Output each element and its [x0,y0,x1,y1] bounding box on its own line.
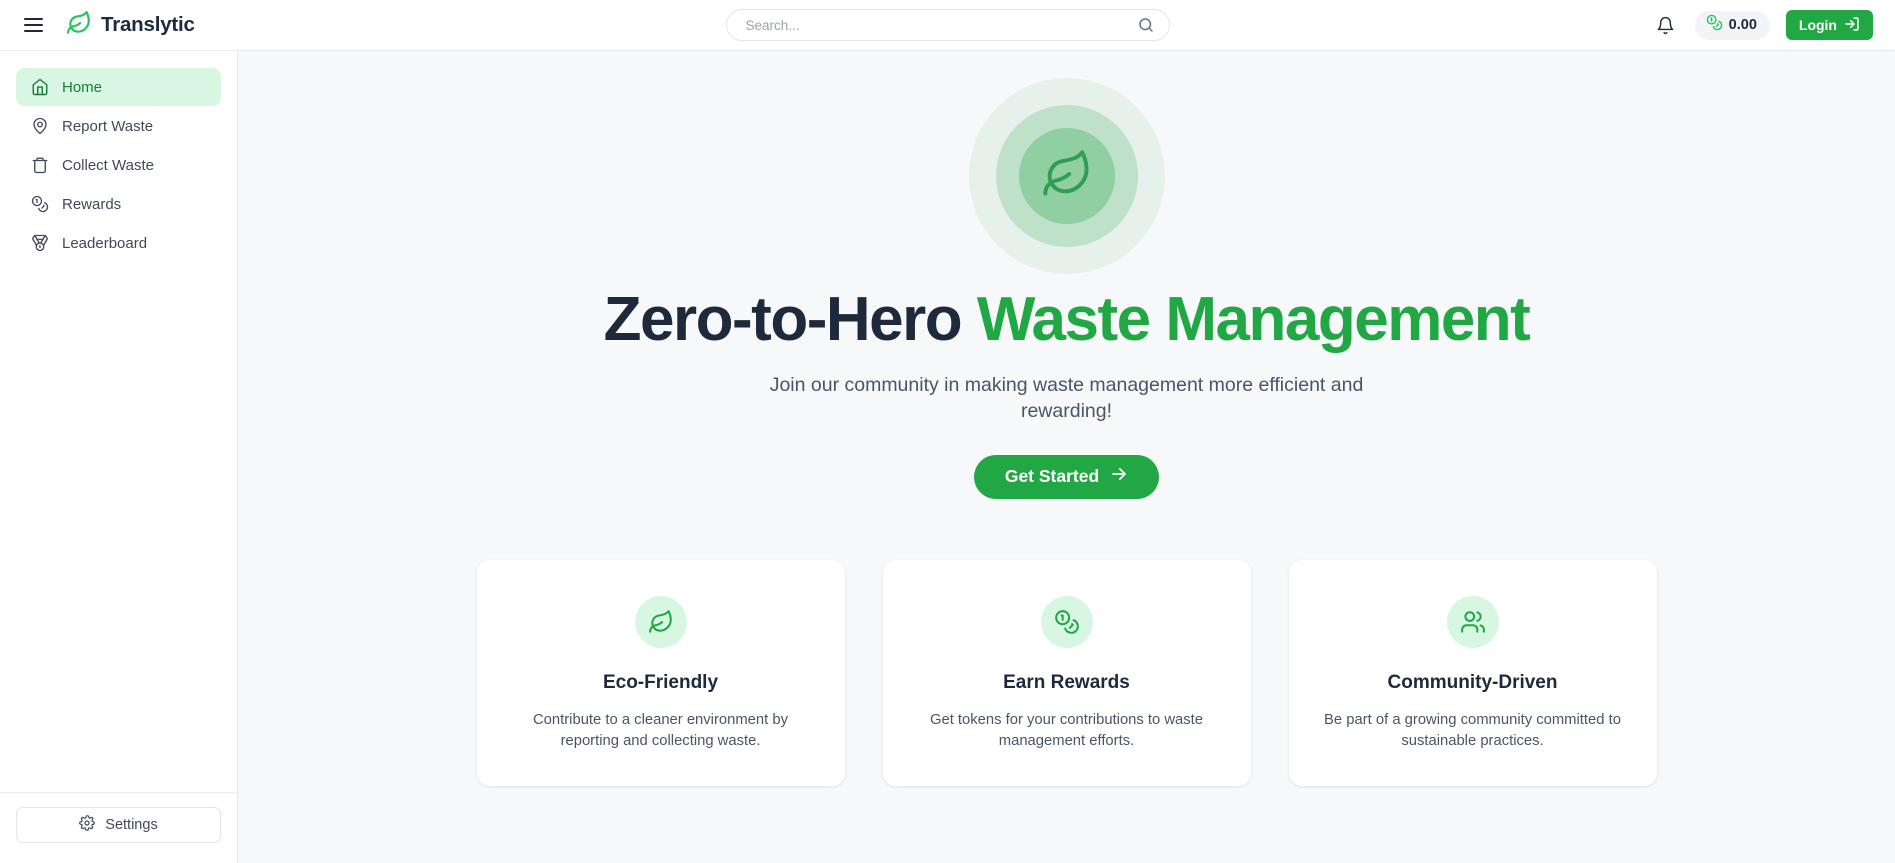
feature-card-description: Be part of a growing community committed… [1324,711,1621,749]
login-label: Login [1798,17,1837,33]
sidebar-item-collect-waste[interactable]: Collect Waste [16,146,221,184]
feature-card-title: Eco-Friendly [602,671,719,693]
feature-card-earn-rewards: Earn Rewards Get tokens for your contrib… [882,559,1251,786]
search-box[interactable] [725,9,1170,41]
brand-name: Translytic [101,13,195,36]
sidebar-item-label: Home [62,78,103,96]
sidebar-footer: Settings [0,792,237,863]
get-started-button[interactable]: Get Started [973,454,1160,499]
medal-icon [30,234,49,253]
trash-icon [30,156,49,175]
sidebar-item-label: Rewards [62,195,122,213]
sidebar-item-label: Leaderboard [62,234,148,252]
hero-badge [968,78,1165,274]
gear-icon [79,815,96,835]
feature-card-eco-friendly: Eco-Friendly Contribute to a cleaner env… [476,559,845,786]
users-icon [1446,595,1499,648]
feature-card-title: Earn Rewards [1003,671,1130,693]
top-header: Translytic Search... 0.00 Login [0,0,1895,51]
hamburger-bar [23,18,43,20]
coins-icon [1706,14,1723,36]
feature-card-description: Get tokens for your contributions to was… [929,711,1204,749]
sidebar-item-label: Report Waste [62,117,154,135]
settings-label: Settings [105,817,158,833]
hero-subtitle: Join our community in making waste manag… [769,373,1364,423]
sidebar-item-rewards[interactable]: Rewards [16,185,221,223]
hamburger-bar [23,24,43,26]
coins-icon [1040,595,1093,648]
balance-pill[interactable]: 0.00 [1694,10,1770,40]
leaf-icon [66,10,92,41]
sidebar-item-leaderboard[interactable]: Leaderboard [16,224,221,262]
hamburger-menu-icon[interactable] [16,8,50,42]
settings-button[interactable]: Settings [16,807,221,843]
sign-in-icon [1844,16,1860,35]
search-container [725,9,1170,41]
search-input[interactable] [745,17,1135,33]
arrow-right-icon [1110,465,1128,488]
page-title: Zero-to-Hero Waste Management [603,285,1531,354]
balance-value: 0.00 [1728,17,1757,33]
home-icon [30,78,49,97]
sidebar-item-report-waste[interactable]: Report Waste [16,107,221,145]
sidebar: Home Report Waste Collect Waste Rewards … [0,51,238,863]
coins-icon [30,195,49,214]
feature-card-title: Community-Driven [1387,671,1558,693]
feature-card-description: Contribute to a cleaner environment by r… [533,711,788,749]
app-body: Home Report Waste Collect Waste Rewards … [0,51,1895,863]
sidebar-item-label: Collect Waste [62,156,154,174]
main-content: Zero-to-Hero Waste Management Join our c… [238,51,1895,863]
brand-logo[interactable]: Translytic [66,10,195,41]
hero-title-primary: Zero-to-Hero [603,285,977,354]
search-icon[interactable] [1135,14,1157,36]
feature-card-community-driven: Community-Driven Be part of a growing co… [1288,559,1657,786]
feature-cards: Eco-Friendly Contribute to a cleaner env… [352,559,1782,786]
leaf-icon [1041,148,1093,205]
login-button[interactable]: Login [1785,10,1873,40]
app-root: Translytic Search... 0.00 Login Home Rep… [0,0,1895,863]
sidebar-nav: Home Report Waste Collect Waste Rewards … [0,68,237,262]
get-started-label: Get Started [1004,466,1100,487]
header-actions: 0.00 Login [1653,10,1873,40]
hamburger-bar [23,30,43,32]
hero-section: Zero-to-Hero Waste Management Join our c… [238,51,1895,499]
map-pin-icon [30,117,49,136]
sidebar-item-home[interactable]: Home [16,68,221,106]
bell-icon[interactable] [1653,12,1679,38]
hero-title-accent: Waste Management [976,285,1531,354]
leaf-icon [634,595,687,648]
